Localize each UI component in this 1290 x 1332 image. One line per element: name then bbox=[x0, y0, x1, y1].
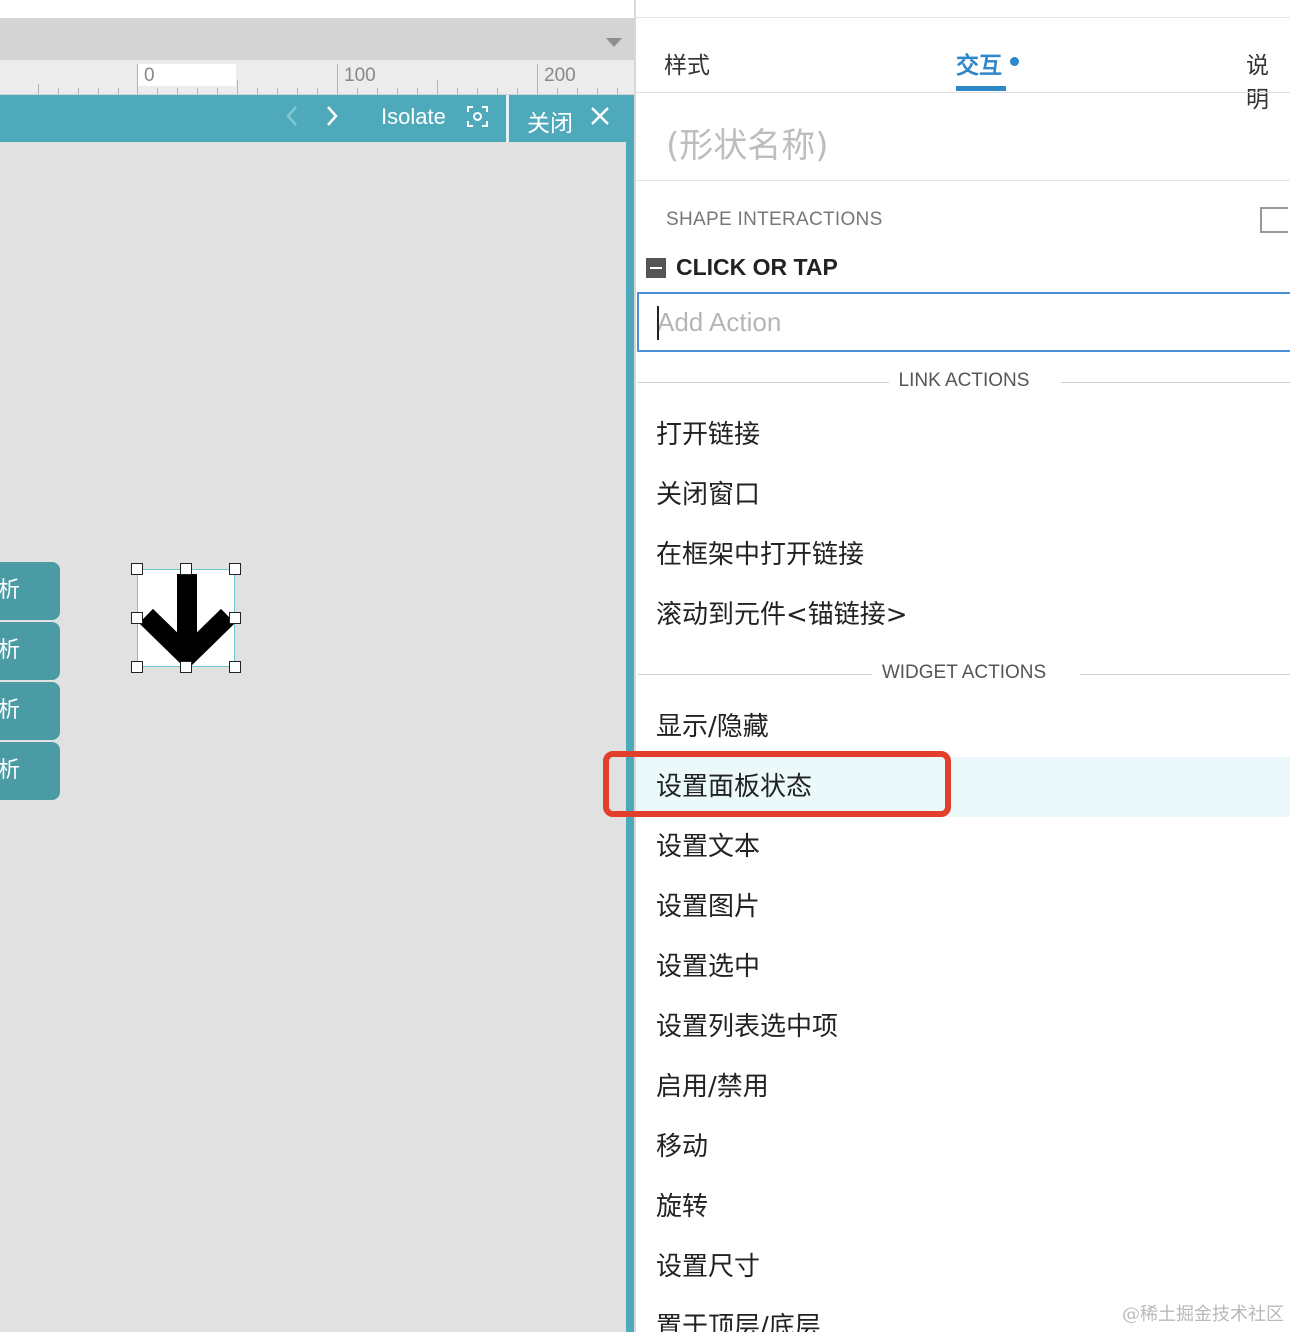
tab-style[interactable]: 样式 bbox=[664, 46, 710, 80]
canvas-edge-bar bbox=[626, 142, 634, 1332]
resize-handle[interactable] bbox=[229, 563, 241, 575]
action-item[interactable]: 设置尺寸 bbox=[636, 1237, 1290, 1297]
arrow-down-icon bbox=[139, 574, 235, 668]
side-tab-label: 析 bbox=[0, 758, 21, 783]
side-tab[interactable]: 析 bbox=[0, 562, 60, 620]
group-header-link-actions: LINK ACTIONS bbox=[636, 370, 1290, 394]
ruler-label: 0 bbox=[144, 65, 155, 86]
action-item[interactable]: 在框架中打开链接 bbox=[636, 525, 1290, 585]
shape-name-field[interactable]: (形状名称) bbox=[666, 118, 829, 167]
tab-dropdown-icon[interactable] bbox=[606, 38, 622, 47]
resize-handle[interactable] bbox=[180, 661, 192, 673]
divider bbox=[636, 92, 1290, 93]
side-tab[interactable]: 析 bbox=[0, 742, 60, 800]
action-item[interactable]: 旋转 bbox=[636, 1177, 1290, 1237]
tab-interactions[interactable]: 交互 bbox=[956, 46, 1002, 80]
canvas-area: 0 100 200 Isolate 关闭 析 析 析 析 bbox=[0, 0, 634, 1332]
inspector-top-strip bbox=[636, 0, 1290, 18]
action-item[interactable]: 关闭窗口 bbox=[636, 465, 1290, 525]
open-editor-icon[interactable] bbox=[1260, 207, 1288, 233]
event-label[interactable]: CLICK OR TAP bbox=[676, 254, 838, 281]
side-tab[interactable]: 析 bbox=[0, 682, 60, 740]
action-item[interactable]: 设置文本 bbox=[636, 817, 1290, 877]
side-tab[interactable]: 析 bbox=[0, 622, 60, 680]
toolbar-divider bbox=[506, 95, 509, 142]
chevron-left-icon[interactable] bbox=[284, 101, 300, 138]
active-tab-underline bbox=[956, 86, 1006, 91]
ruler-label: 100 bbox=[344, 65, 376, 86]
inspector-panel: 样式 交互 说明 (形状名称) SHAPE INTERACTIONS CLICK… bbox=[634, 0, 1290, 1332]
horizontal-ruler: 0 100 200 bbox=[0, 60, 634, 95]
action-item[interactable]: 设置选中 bbox=[636, 937, 1290, 997]
selected-arrow-shape[interactable] bbox=[137, 569, 235, 668]
action-item[interactable]: 设置列表选中项 bbox=[636, 997, 1290, 1057]
side-tab-label: 析 bbox=[0, 638, 21, 663]
group-header-widget-actions: WIDGET ACTIONS bbox=[636, 662, 1290, 686]
resize-handle[interactable] bbox=[131, 661, 143, 673]
divider bbox=[636, 180, 1290, 181]
resize-handle[interactable] bbox=[131, 612, 143, 624]
tab-notes[interactable]: 说明 bbox=[1246, 46, 1290, 114]
close-isolate-button[interactable]: 关闭 bbox=[527, 104, 573, 138]
resize-handle[interactable] bbox=[131, 563, 143, 575]
action-item[interactable]: 设置图片 bbox=[636, 877, 1290, 937]
action-item[interactable]: 滚动到元件<锚链接> bbox=[636, 585, 1290, 645]
add-action-input[interactable]: Add Action bbox=[637, 292, 1290, 352]
action-item[interactable]: 移动 bbox=[636, 1117, 1290, 1177]
side-tab-label: 析 bbox=[0, 578, 21, 603]
resize-handle[interactable] bbox=[180, 563, 192, 575]
chevron-right-icon[interactable] bbox=[324, 101, 340, 138]
ruler-label: 200 bbox=[544, 65, 576, 86]
design-canvas[interactable] bbox=[0, 142, 626, 1332]
collapse-icon[interactable] bbox=[646, 258, 666, 278]
side-tab-label: 析 bbox=[0, 698, 21, 723]
action-item[interactable]: 打开链接 bbox=[636, 405, 1290, 465]
action-item-set-panel-state[interactable]: 设置面板状态 bbox=[636, 757, 1290, 817]
group-title: LINK ACTIONS bbox=[888, 370, 1040, 391]
close-icon[interactable] bbox=[589, 99, 611, 143]
watermark: @稀土掘金技术社区 bbox=[1122, 1304, 1284, 1325]
group-title: WIDGET ACTIONS bbox=[871, 662, 1057, 683]
top-strip bbox=[0, 0, 634, 18]
action-item[interactable]: 启用/禁用 bbox=[636, 1057, 1290, 1117]
resize-handle[interactable] bbox=[229, 661, 241, 673]
isolate-icon[interactable] bbox=[467, 106, 488, 127]
interactions-indicator-dot bbox=[1010, 57, 1019, 66]
isolate-toolbar: Isolate 关闭 bbox=[0, 95, 634, 142]
page-tab-bar bbox=[0, 18, 634, 60]
action-item[interactable]: 显示/隐藏 bbox=[636, 697, 1290, 757]
resize-handle[interactable] bbox=[229, 612, 241, 624]
isolate-button[interactable]: Isolate bbox=[381, 104, 446, 130]
section-title: SHAPE INTERACTIONS bbox=[666, 209, 883, 230]
